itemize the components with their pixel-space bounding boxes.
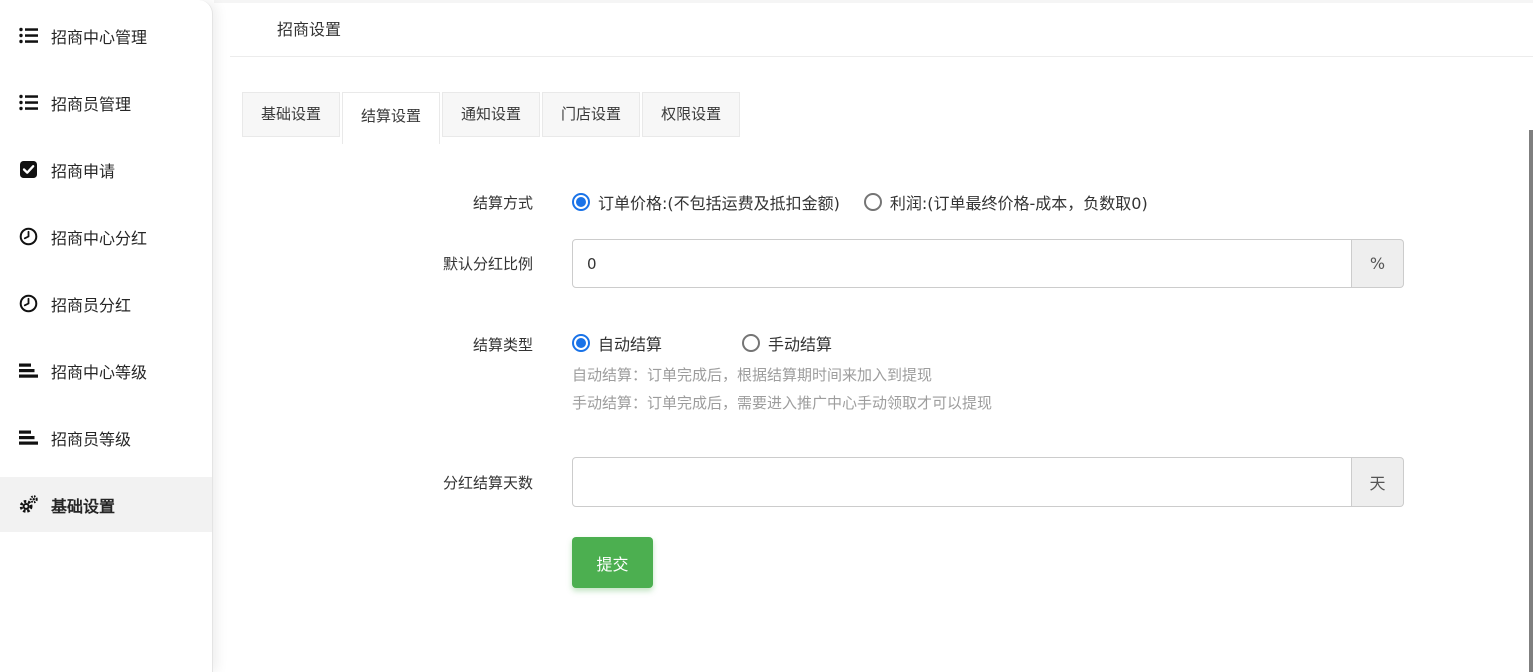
settlement-type-label: 结算类型 <box>214 332 533 355</box>
list-icon <box>19 26 38 45</box>
default-dividend-ratio-row: 默认分红比例 % <box>214 239 1533 288</box>
sidebar-item-merchant-center-level[interactable]: 招商中心等级 <box>0 343 212 398</box>
tab-basic-settings[interactable]: 基础设置 <box>242 92 340 137</box>
radio-option-manual-settle[interactable]: 手动结算 <box>742 331 832 355</box>
radio-option-label: 手动结算 <box>768 331 832 355</box>
clock-icon <box>19 294 38 313</box>
sidebar-item-merchant-application[interactable]: 招商申请 <box>0 142 212 197</box>
levels-icon <box>19 361 38 380</box>
settings-tab-bar: 基础设置 结算设置 通知设置 门店设置 权限设置 <box>242 92 1533 144</box>
levels-icon <box>19 428 38 447</box>
percent-addon: % <box>1352 239 1404 288</box>
sidebar-item-label: 招商员分红 <box>51 292 131 316</box>
tab-notification-settings[interactable]: 通知设置 <box>442 92 540 137</box>
check-square-icon <box>19 160 38 179</box>
sidebar-item-label: 招商中心管理 <box>51 24 147 48</box>
default-dividend-ratio-input[interactable] <box>572 239 1352 288</box>
sidebar-item-basic-settings[interactable]: 基础设置 <box>0 477 212 532</box>
submit-button[interactable]: 提交 <box>572 537 653 588</box>
tab-store-settings[interactable]: 门店设置 <box>542 92 640 137</box>
radio-unchecked-icon[interactable] <box>864 193 882 211</box>
dividend-settlement-days-row: 分红结算天数 天 <box>214 457 1533 507</box>
radio-option-order-price[interactable]: 订单价格:(不包括运费及抵扣金额) <box>572 190 840 214</box>
manual-settle-helper-text: 手动结算：订单完成后，需要进入推广中心手动领取才可以提现 <box>572 391 992 415</box>
settlement-settings-form: 结算方式 订单价格:(不包括运费及抵扣金额) 利润:(订单最终价格-成本，负数取… <box>214 191 1533 588</box>
clock-icon <box>19 227 38 246</box>
default-dividend-ratio-label: 默认分红比例 <box>214 253 533 274</box>
radio-checked-icon[interactable] <box>572 193 590 211</box>
app-screen: 招商中心管理 招商员管理 招商申请 <box>0 0 1533 672</box>
sidebar-item-merchant-staff-dividend[interactable]: 招商员分红 <box>0 276 212 331</box>
auto-settle-helper-text: 自动结算：订单完成后，根据结算期时间来加入到提现 <box>572 363 992 387</box>
settlement-type-control: 自动结算 手动结算 自动结算：订单完成后，根据结算期时间来加入到提现 手动结算：… <box>572 332 992 415</box>
settlement-method-row: 结算方式 订单价格:(不包括运费及抵扣金额) 利润:(订单最终价格-成本，负数取… <box>214 191 1533 213</box>
radio-checked-icon[interactable] <box>572 334 590 352</box>
sidebar-item-label: 招商申请 <box>51 158 115 182</box>
radio-option-auto-settle[interactable]: 自动结算 <box>572 331 662 355</box>
settlement-type-row: 结算类型 自动结算 手动结算 自动结算：订单完成后，根据结算期时间来加入到提现 <box>214 332 1533 415</box>
tab-settlement-settings[interactable]: 结算设置 <box>342 92 440 144</box>
dividend-settlement-days-label: 分红结算天数 <box>214 472 533 493</box>
settlement-type-options: 自动结算 手动结算 <box>572 332 992 354</box>
sidebar: 招商中心管理 招商员管理 招商申请 <box>0 0 213 672</box>
radio-option-label: 利润:(订单最终价格-成本，负数取0) <box>890 190 1148 214</box>
radio-option-profit[interactable]: 利润:(订单最终价格-成本，负数取0) <box>864 190 1148 214</box>
main-content: 招商设置 基础设置 结算设置 通知设置 门店设置 权限设置 结算方式 订单价格:… <box>214 0 1533 672</box>
cogs-icon <box>19 495 38 514</box>
sidebar-item-merchant-staff-management[interactable]: 招商员管理 <box>0 75 212 130</box>
list-icon <box>19 93 38 112</box>
submit-row: 提交 <box>214 537 1533 588</box>
dividend-settlement-days-group: 天 <box>572 457 1404 507</box>
radio-unchecked-icon[interactable] <box>742 334 760 352</box>
sidebar-item-merchant-staff-level[interactable]: 招商员等级 <box>0 410 212 465</box>
dividend-settlement-days-input[interactable] <box>572 457 1352 507</box>
radio-option-label: 自动结算 <box>598 331 662 355</box>
sidebar-item-label: 招商员管理 <box>51 91 131 115</box>
settlement-method-options: 订单价格:(不包括运费及抵扣金额) 利润:(订单最终价格-成本，负数取0) <box>572 191 1148 213</box>
sidebar-item-label: 招商中心等级 <box>51 359 147 383</box>
sidebar-item-label: 招商中心分红 <box>51 225 147 249</box>
page-title-bar: 招商设置 <box>230 3 1533 57</box>
sidebar-item-label: 基础设置 <box>51 493 115 517</box>
sidebar-item-merchant-center-management[interactable]: 招商中心管理 <box>0 8 212 63</box>
days-addon: 天 <box>1352 457 1404 507</box>
default-dividend-ratio-group: % <box>572 239 1404 288</box>
sidebar-item-merchant-center-dividend[interactable]: 招商中心分红 <box>0 209 212 264</box>
radio-option-label: 订单价格:(不包括运费及抵扣金额) <box>598 190 840 214</box>
tab-permission-settings[interactable]: 权限设置 <box>642 92 740 137</box>
page-title: 招商设置 <box>277 20 341 39</box>
sidebar-item-label: 招商员等级 <box>51 426 131 450</box>
vertical-scrollbar[interactable] <box>1529 130 1533 672</box>
settlement-method-label: 结算方式 <box>214 192 533 213</box>
